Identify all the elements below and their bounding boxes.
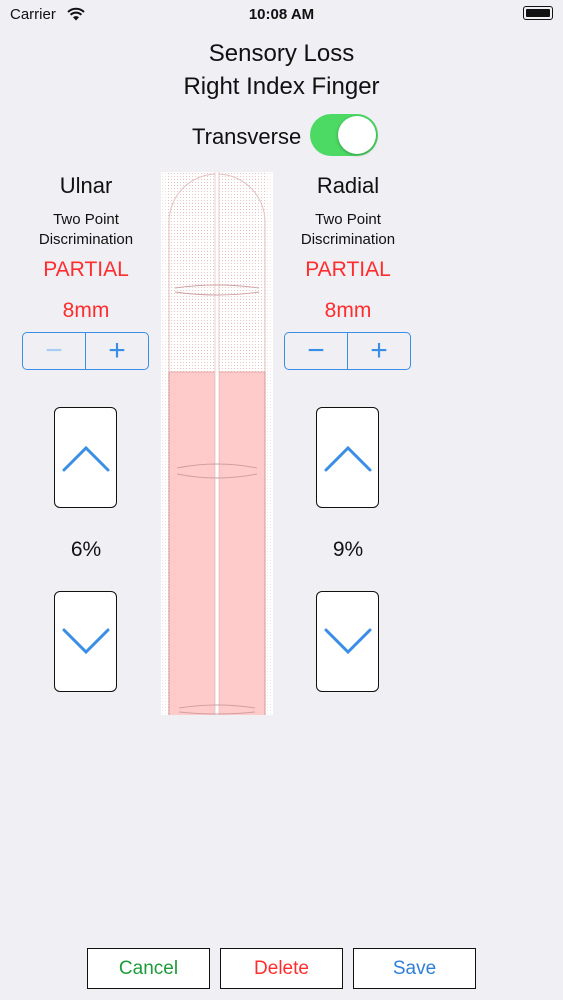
chevron-up-icon [62, 445, 109, 471]
save-button[interactable]: Save [353, 948, 476, 989]
chevron-up-icon [324, 445, 371, 471]
radial-title: Radial [316, 173, 380, 198]
ulnar-distance: 8mm [62, 299, 110, 322]
ulnar-test-line2: Discrimination [38, 231, 134, 248]
radial-test-line1: Two Point [315, 211, 381, 228]
ulnar-test-label: Two Point Discrimination [0, 210, 172, 250]
page-subtitle: Right Index Finger [183, 73, 380, 100]
page-title: Sensory Loss [208, 40, 355, 67]
radial-distance: 8mm [324, 299, 372, 322]
radial-test-line2: Discrimination [300, 231, 396, 248]
ulnar-minus-button[interactable]: − [23, 333, 86, 369]
ulnar-stepper: − + [22, 332, 149, 370]
ulnar-plus-button[interactable]: + [86, 333, 148, 369]
delete-button[interactable]: Delete [220, 948, 343, 989]
transverse-toggle[interactable] [310, 114, 378, 156]
radial-test-label: Two Point Discrimination [262, 210, 434, 250]
ulnar-status: PARTIAL [43, 258, 129, 281]
chevron-down-icon [324, 628, 371, 654]
radial-percent: 9% [332, 538, 364, 561]
toggle-knob [338, 116, 376, 154]
status-bar: Carrier 10:08 AM [0, 0, 563, 30]
radial-stepper: − + [284, 332, 411, 370]
battery-icon [523, 6, 553, 20]
cancel-button[interactable]: Cancel [87, 948, 210, 989]
ulnar-percent: 6% [70, 538, 102, 561]
radial-minus-button[interactable]: − [285, 333, 348, 369]
chevron-down-icon [62, 628, 109, 654]
transverse-label: Transverse [192, 124, 302, 149]
radial-plus-button[interactable]: + [348, 333, 410, 369]
finger-diagram [161, 172, 273, 715]
ulnar-title: Ulnar [59, 173, 113, 198]
ulnar-down-button[interactable] [54, 591, 117, 692]
radial-up-button[interactable] [316, 407, 379, 508]
radial-status: PARTIAL [305, 258, 391, 281]
ulnar-test-line1: Two Point [53, 211, 119, 228]
radial-down-button[interactable] [316, 591, 379, 692]
clock: 10:08 AM [248, 6, 315, 23]
ulnar-up-button[interactable] [54, 407, 117, 508]
